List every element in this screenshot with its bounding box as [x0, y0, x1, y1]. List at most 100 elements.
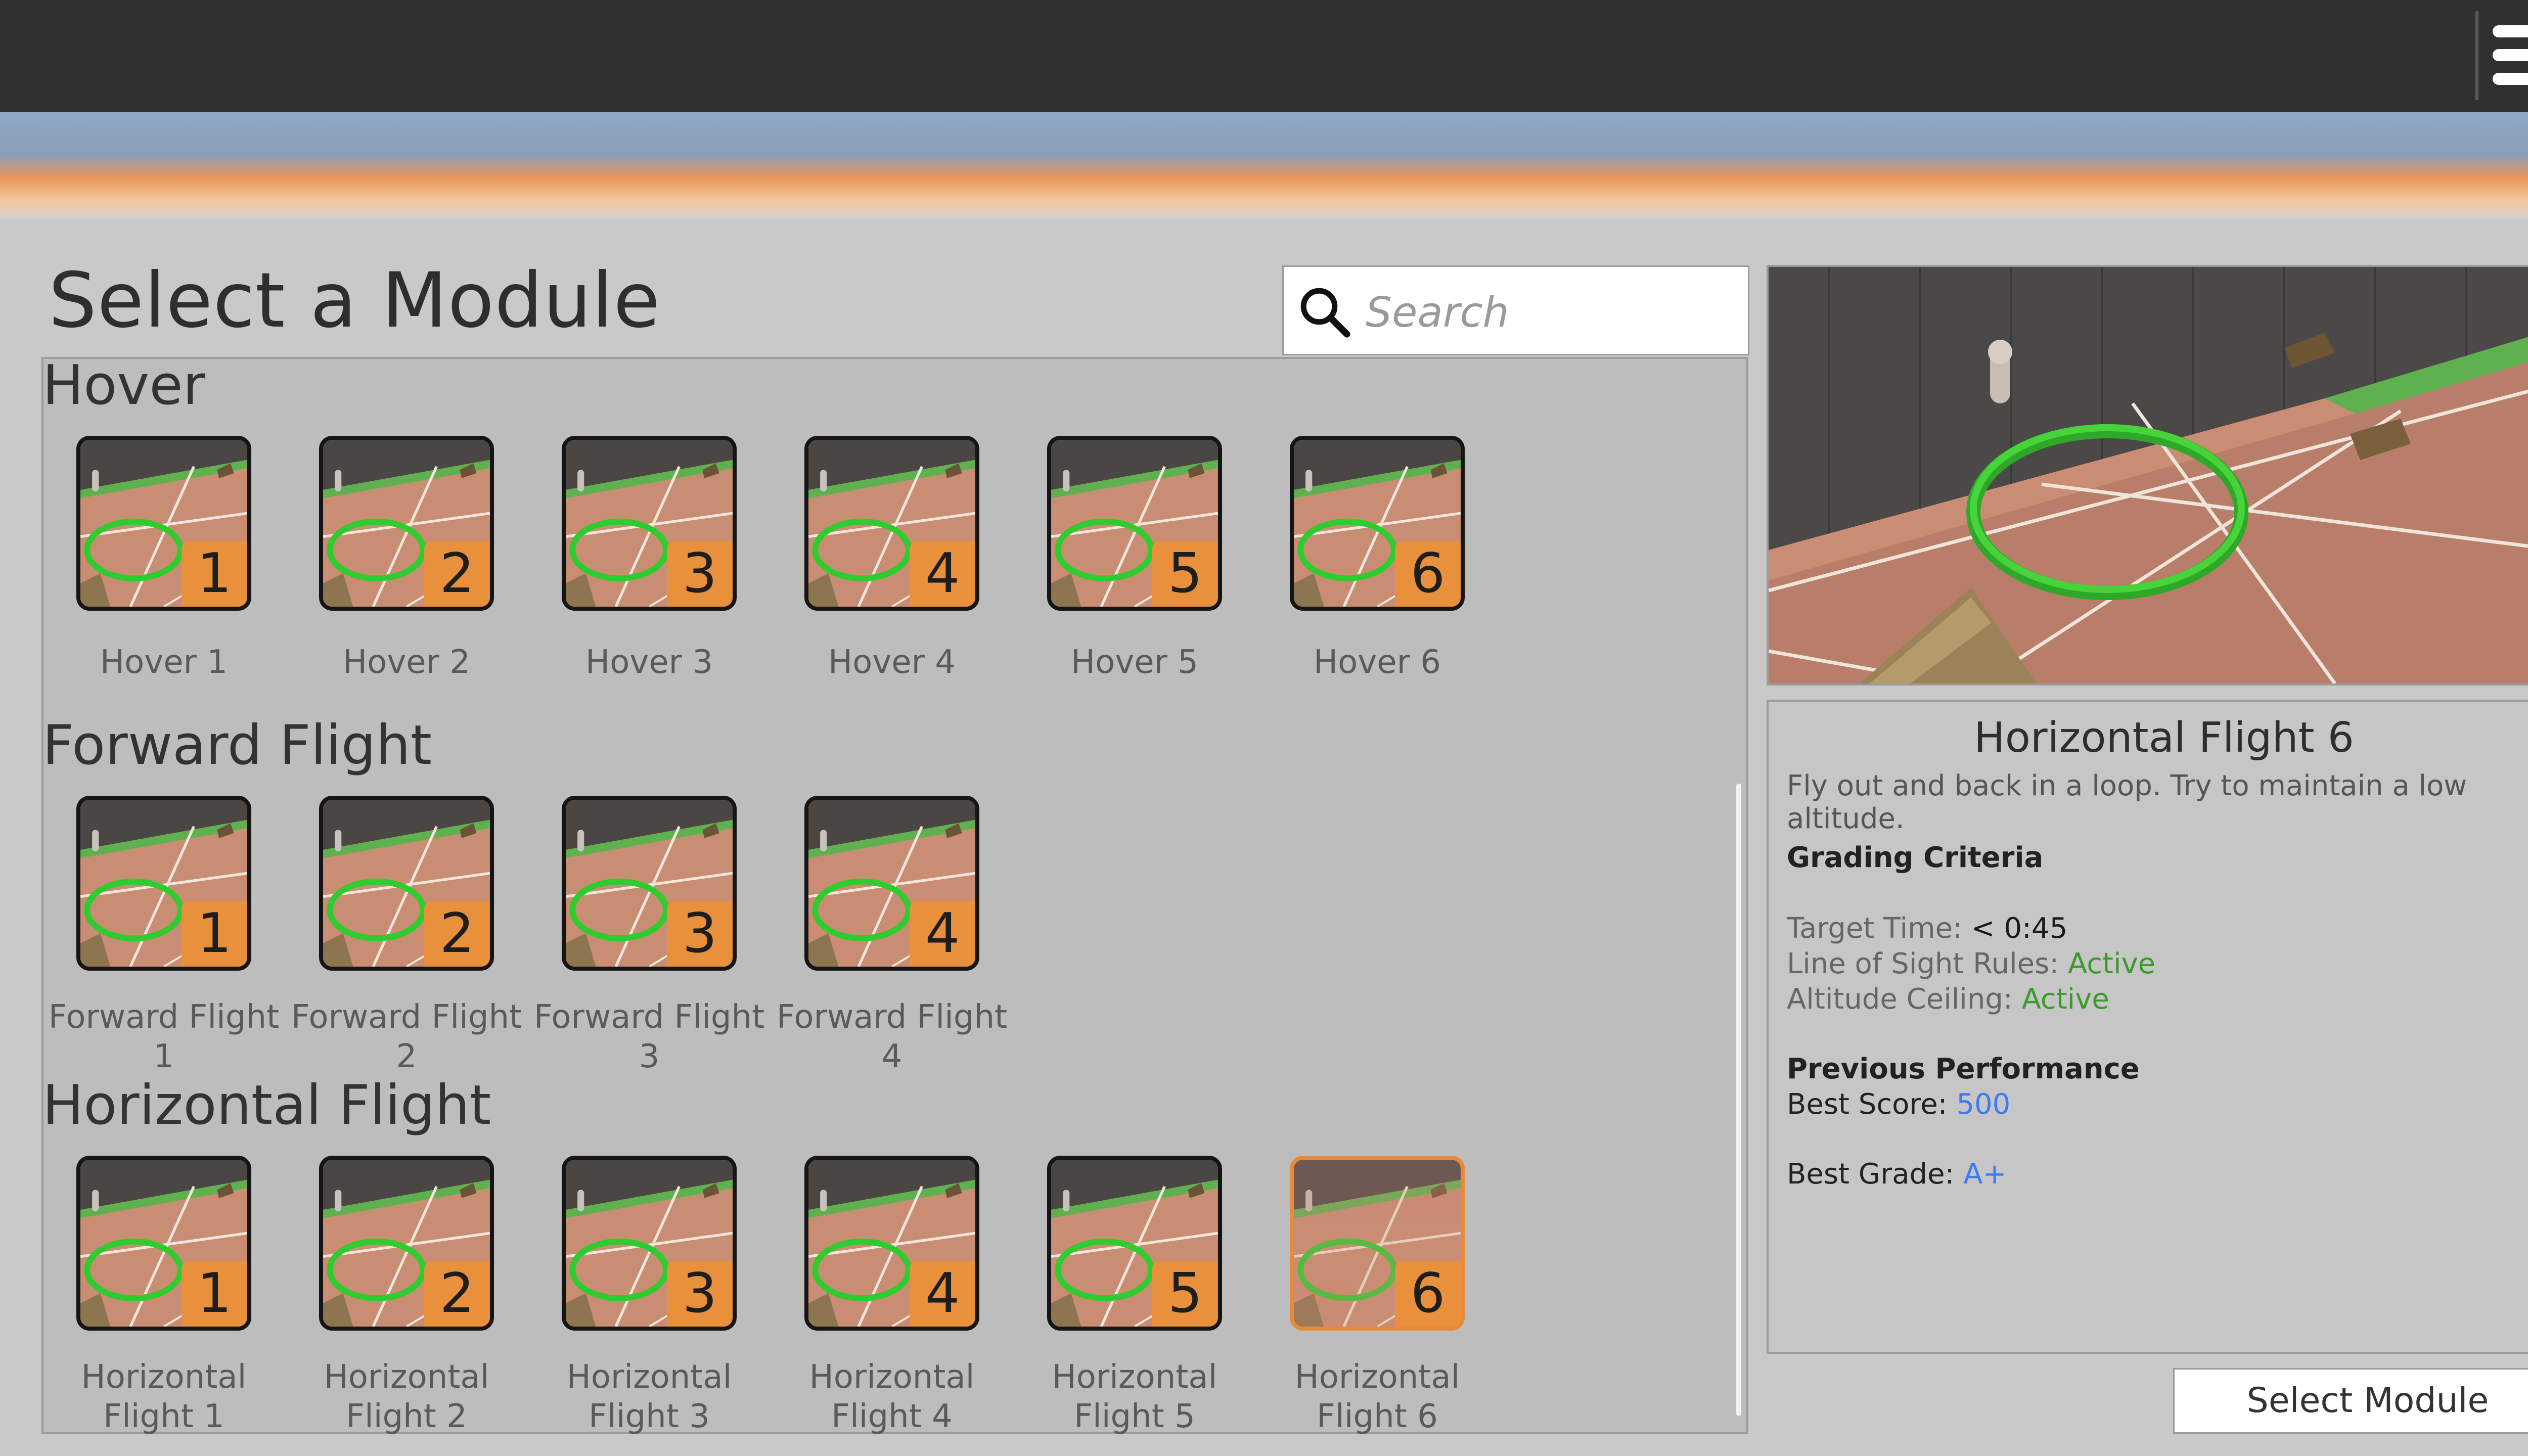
module-tile-horizontal-flight-1[interactable]: 1 Horizontal Flight 1 — [42, 1156, 285, 1439]
best-grade-value: A+ — [1963, 1158, 2007, 1191]
section-title-forward-flight: Forward Flight — [42, 714, 432, 777]
module-tile-forward-flight-1[interactable]: 1 Forward Flight 1 — [42, 796, 285, 1079]
module-label-line1: Horizontal — [324, 1358, 489, 1396]
module-label-line2: Flight 3 — [589, 1398, 710, 1435]
module-tile-forward-flight-3[interactable]: 3 Forward Flight 3 — [528, 796, 771, 1079]
module-label-line1: Horizontal — [1294, 1358, 1460, 1396]
best-score-row: Best Score: 500 — [1787, 1088, 2010, 1121]
module-number-badge: 2 — [424, 1261, 490, 1327]
altitude-ceiling-label: Altitude Ceiling: — [1787, 983, 2013, 1016]
module-tile-hover-2[interactable]: 2 Hover 2 — [285, 436, 528, 719]
module-tile-hover-5[interactable]: 5 Hover 5 — [1013, 436, 1256, 719]
module-label-line2: 1 — [153, 1038, 174, 1075]
module-label: Hover 5 — [1071, 644, 1198, 681]
module-tile-horizontal-flight-4[interactable]: 4 Horizontal Flight 4 — [771, 1156, 1013, 1439]
search-box[interactable] — [1282, 265, 1749, 355]
module-tile-forward-flight-4[interactable]: 4 Forward Flight 4 — [771, 796, 1013, 1079]
module-number-badge: 2 — [424, 901, 490, 967]
sky-banner — [0, 112, 2528, 218]
module-label-line1: Horizontal — [81, 1358, 247, 1396]
module-label-line2: Flight 4 — [831, 1398, 953, 1435]
module-label-line2: 4 — [881, 1038, 902, 1075]
line-of-sight-row: Line of Sight Rules: Active — [1787, 947, 2155, 980]
target-time-row: Target Time: < 0:45 — [1787, 912, 2067, 945]
module-tile-forward-flight-2[interactable]: 2 Forward Flight 2 — [285, 796, 528, 1079]
module-label-line1: Horizontal — [1052, 1358, 1217, 1396]
grading-criteria-heading: Grading Criteria — [1787, 841, 2044, 874]
module-number-badge: 4 — [910, 541, 975, 607]
module-thumbnail[interactable]: 5 — [1047, 436, 1222, 611]
module-thumbnail[interactable]: 2 — [319, 1156, 494, 1331]
module-number-badge: 6 — [1395, 541, 1461, 607]
module-number-badge: 2 — [424, 541, 490, 607]
module-thumbnail[interactable]: 3 — [562, 436, 737, 611]
module-number-badge: 1 — [182, 901, 247, 967]
line-of-sight-label: Line of Sight Rules: — [1787, 947, 2059, 980]
module-tile-hover-6[interactable]: 6 Hover 6 — [1256, 436, 1499, 719]
module-label-line1: Horizontal — [809, 1358, 975, 1396]
module-thumbnail[interactable]: 3 — [562, 1156, 737, 1331]
module-tile-horizontal-flight-2[interactable]: 2 Horizontal Flight 2 — [285, 1156, 528, 1439]
module-tile-hover-4[interactable]: 4 Hover 4 — [771, 436, 1013, 719]
module-thumbnail[interactable]: 4 — [804, 796, 979, 971]
module-label-line1: Forward Flight — [776, 998, 1008, 1036]
module-thumbnail[interactable]: 6 — [1290, 1156, 1465, 1331]
module-number-badge: 5 — [1152, 1261, 1218, 1327]
previous-performance-heading: Previous Performance — [1787, 1053, 2140, 1085]
module-thumbnail[interactable]: 4 — [804, 1156, 979, 1331]
altitude-ceiling-value: Active — [2021, 983, 2109, 1016]
module-thumbnail[interactable]: 4 — [804, 436, 979, 611]
module-label: Hover 2 — [343, 644, 470, 681]
module-label-line1: Horizontal — [566, 1358, 732, 1396]
section-title-hover: Hover — [42, 354, 206, 417]
module-thumbnail[interactable]: 1 — [76, 1156, 251, 1331]
altitude-ceiling-row: Altitude Ceiling: Active — [1787, 983, 2109, 1016]
hamburger-menu-icon[interactable] — [2493, 22, 2528, 88]
search-icon — [1300, 288, 1350, 338]
module-preview-image — [1767, 265, 2528, 686]
module-number-badge: 4 — [910, 901, 975, 967]
module-label: Hover 4 — [828, 644, 956, 681]
module-tile-hover-1[interactable]: 1 Hover 1 — [42, 436, 285, 719]
module-tile-horizontal-flight-6[interactable]: 6 Horizontal Flight 6 — [1256, 1156, 1499, 1439]
module-number-badge: 6 — [1395, 1261, 1461, 1327]
module-number-badge: 3 — [667, 901, 733, 967]
best-grade-row: Best Grade: A+ — [1787, 1158, 2006, 1191]
module-label-line1: Forward Flight — [533, 998, 765, 1036]
module-thumbnail[interactable]: 2 — [319, 436, 494, 611]
target-time-value: < 0:45 — [1971, 912, 2068, 945]
module-label: Hover 3 — [585, 644, 713, 681]
module-thumbnail[interactable]: 6 — [1290, 436, 1465, 611]
module-thumbnail[interactable]: 3 — [562, 796, 737, 971]
module-label-line2: Flight 5 — [1074, 1398, 1195, 1435]
module-number-badge: 1 — [182, 1261, 247, 1327]
module-thumbnail[interactable]: 1 — [76, 796, 251, 971]
line-of-sight-value: Active — [2067, 947, 2156, 980]
module-details-panel: Horizontal Flight 6 Fly out and back in … — [1767, 700, 2528, 1354]
module-tile-hover-3[interactable]: 3 Hover 3 — [528, 436, 771, 719]
module-thumbnail[interactable]: 5 — [1047, 1156, 1222, 1331]
module-tile-horizontal-flight-5[interactable]: 5 Horizontal Flight 5 — [1013, 1156, 1256, 1439]
target-time-label: Target Time: — [1787, 912, 1962, 945]
best-score-value: 500 — [1956, 1088, 2011, 1121]
module-label-line1: Forward Flight — [291, 998, 522, 1036]
module-number-badge: 3 — [667, 541, 733, 607]
page-title: Select a Module — [49, 257, 661, 345]
module-tile-horizontal-flight-3[interactable]: 3 Horizontal Flight 3 — [528, 1156, 771, 1439]
best-grade-label: Best Grade: — [1787, 1158, 1955, 1191]
module-thumbnail[interactable]: 1 — [76, 436, 251, 611]
menu-divider — [2475, 11, 2478, 100]
module-number-badge: 4 — [910, 1261, 975, 1327]
module-label-line1: Forward Flight — [48, 998, 280, 1036]
scrollbar-thumb[interactable] — [1736, 784, 1741, 1416]
section-title-horizontal-flight: Horizontal Flight — [42, 1074, 491, 1137]
search-input[interactable] — [1365, 282, 1741, 343]
module-label: Hover 1 — [100, 644, 228, 681]
details-description: Fly out and back in a loop. Try to maint… — [1787, 769, 2467, 835]
details-title: Horizontal Flight 6 — [1974, 714, 2354, 762]
module-label-line2: 2 — [396, 1038, 417, 1075]
module-label: Hover 6 — [1314, 644, 1441, 681]
select-module-button[interactable]: Select Module — [2173, 1368, 2528, 1434]
module-number-badge: 1 — [182, 541, 247, 607]
module-thumbnail[interactable]: 2 — [319, 796, 494, 971]
